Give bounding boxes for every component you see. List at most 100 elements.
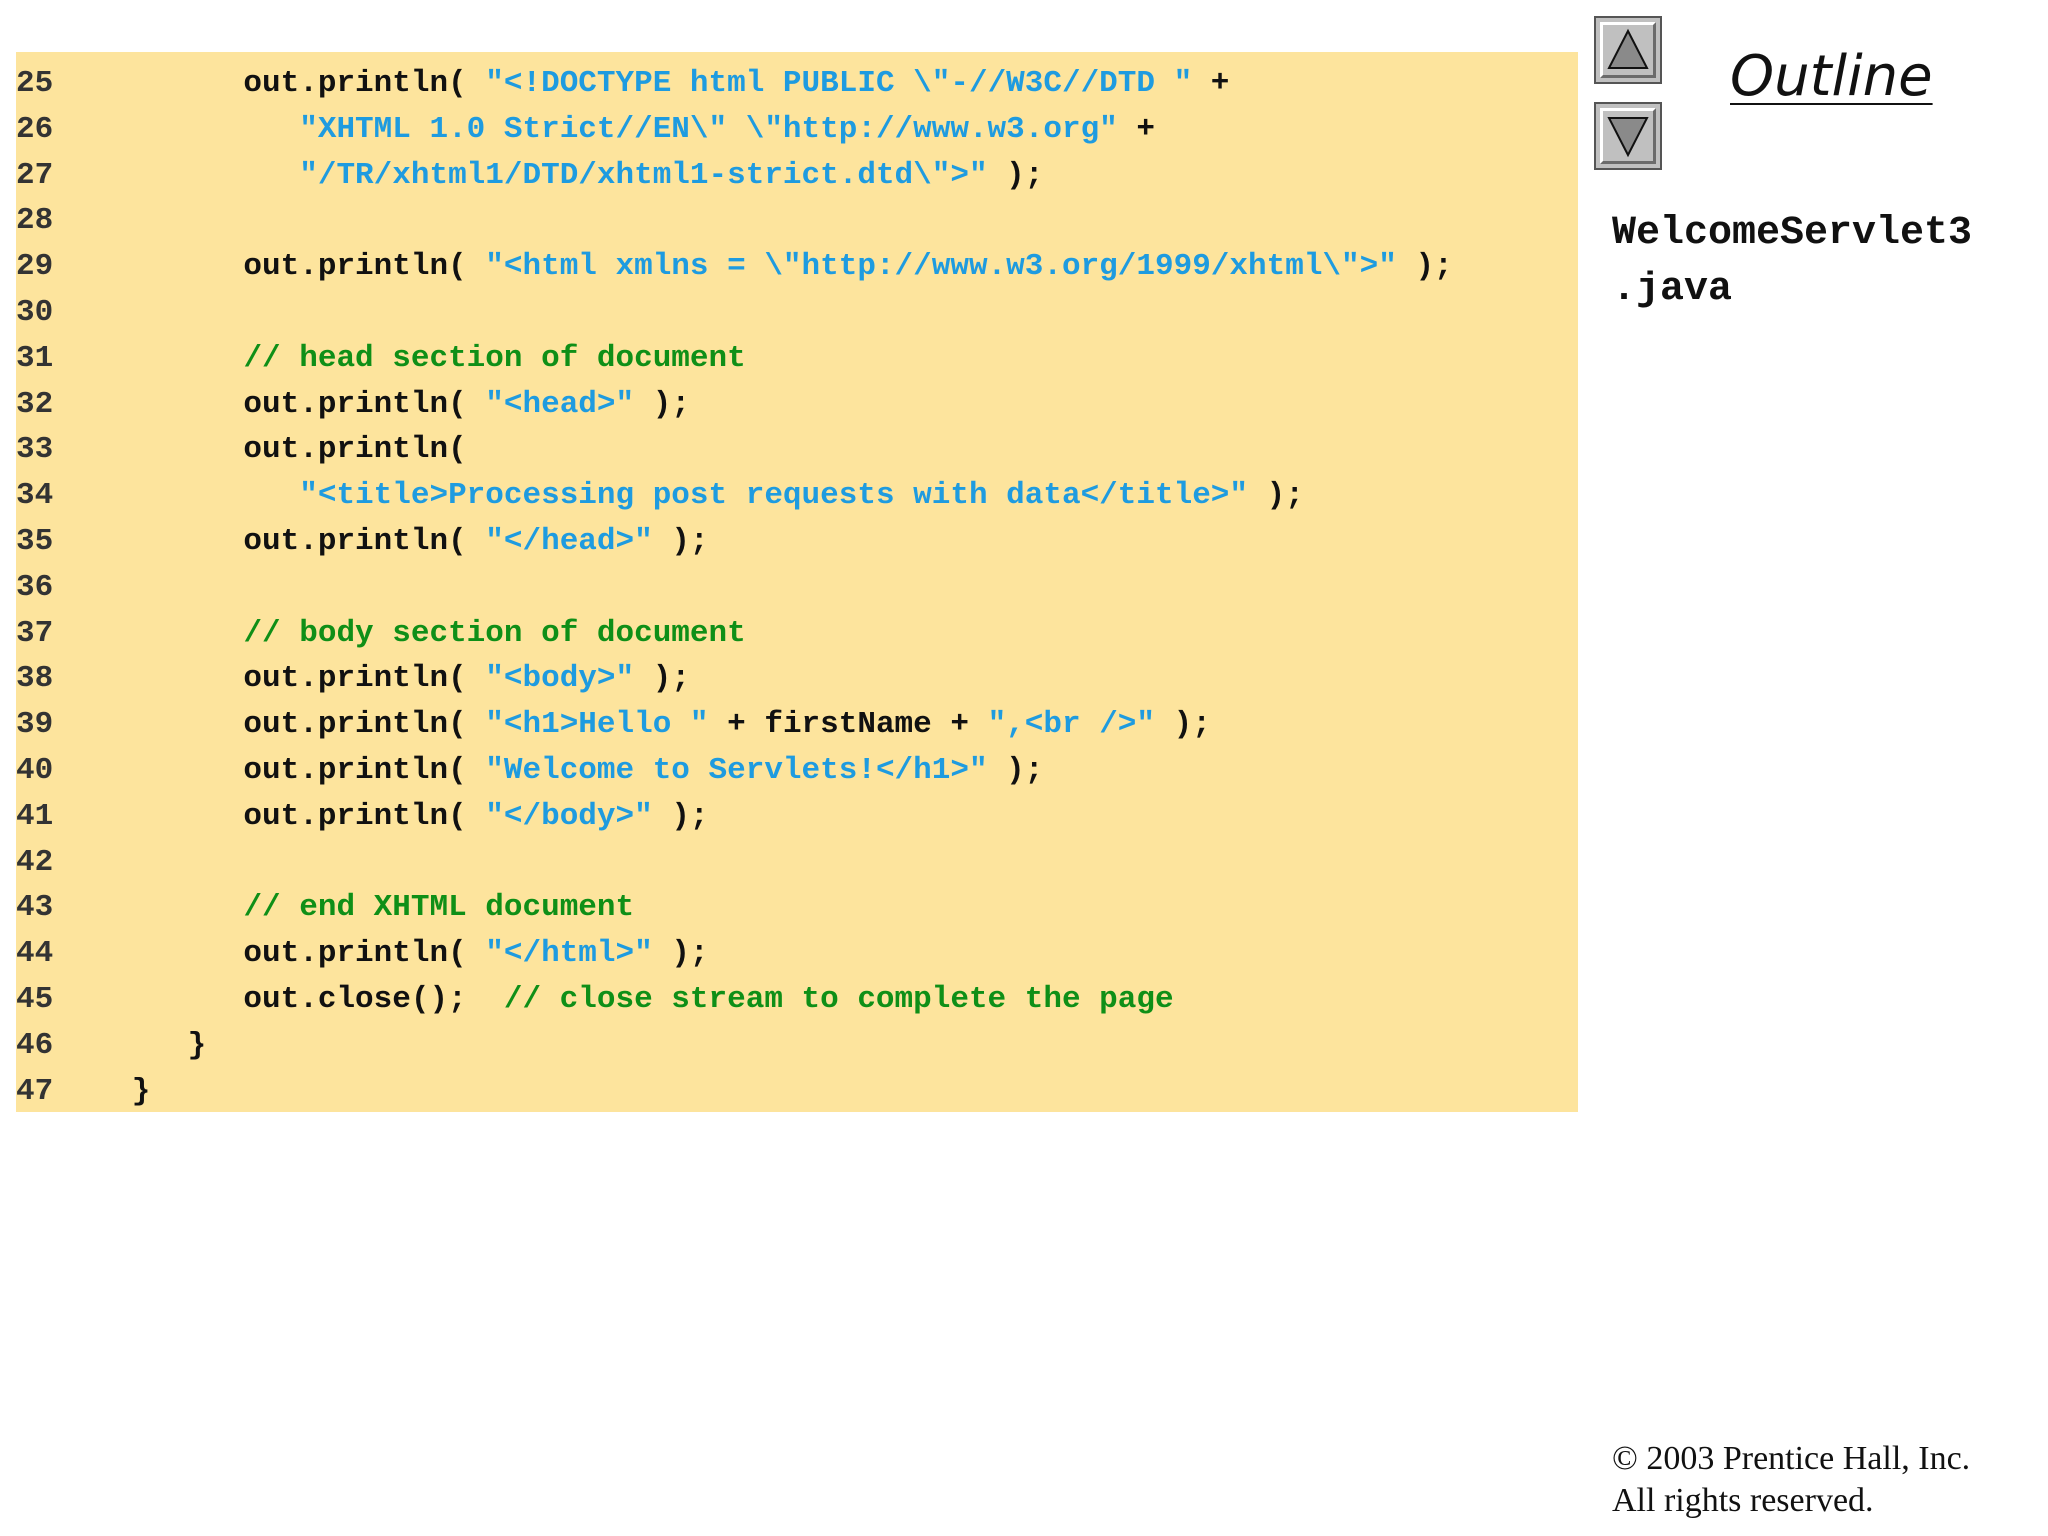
line-number: 30 xyxy=(16,295,54,330)
code-text: ); xyxy=(652,524,709,559)
line-number: 25 xyxy=(16,66,54,101)
line-number: 26 xyxy=(16,111,54,147)
code-text: } xyxy=(76,1027,207,1063)
code-line: 34 "<title>Processing post requests with… xyxy=(16,473,1304,518)
string-literal: "<title>Processing post requests with da… xyxy=(299,478,1249,514)
code-text: out.println( xyxy=(76,661,486,697)
code-text: ); xyxy=(652,936,709,972)
code-text: } xyxy=(76,1073,151,1109)
code-text: out.close(); xyxy=(76,982,504,1017)
string-literal: "<html xmlns = \"http://www.w3.org/1999/… xyxy=(485,249,1397,285)
code-text: ); xyxy=(634,386,690,422)
code-comment: // end XHTML document xyxy=(243,890,635,926)
code-line: 43 // end XHTML document xyxy=(16,885,634,930)
code-line: 42 xyxy=(16,840,76,885)
code-line: 46 } xyxy=(16,1023,206,1068)
line-number: 33 xyxy=(16,432,54,468)
code-line: 40 out.println( "Welcome to Servlets!</h… xyxy=(16,748,1043,793)
code-text: out.println( xyxy=(76,753,486,788)
line-number: 28 xyxy=(16,203,54,239)
string-literal: "Welcome to Servlets!</h1>" xyxy=(485,753,988,788)
line-number: 47 xyxy=(16,1073,54,1109)
code-line: 29 out.println( "<html xmlns = \"http://… xyxy=(16,244,1453,289)
line-number: 43 xyxy=(16,890,54,926)
code-line: 31 // head section of document xyxy=(16,336,746,381)
string-literal: ",<br />" xyxy=(987,707,1156,743)
code-text: out.println( xyxy=(76,249,486,285)
code-text: out.println( xyxy=(76,432,467,468)
line-number: 45 xyxy=(16,982,54,1017)
copyright-line1: © 2003 Prentice Hall, Inc. xyxy=(1612,1440,1971,1477)
line-number: 44 xyxy=(16,936,54,972)
line-number: 37 xyxy=(16,615,54,651)
previous-slide-button[interactable] xyxy=(1594,16,1662,84)
code-line: 35 out.println( "</head>" ); xyxy=(16,519,709,564)
code-line: 30 xyxy=(16,290,76,335)
code-comment: // close stream to complete the page xyxy=(503,982,1174,1017)
code-line: 47 } xyxy=(16,1069,150,1114)
code-text: out.println( xyxy=(76,936,486,972)
line-number: 29 xyxy=(16,249,54,285)
triangle-up-icon xyxy=(1607,28,1649,69)
string-literal: "</html>" xyxy=(485,936,653,972)
next-slide-button[interactable] xyxy=(1594,102,1662,170)
code-line: 27 "/TR/xhtml1/DTD/xhtml1-strict.dtd\">"… xyxy=(16,153,1043,198)
code-line: 26 "XHTML 1.0 Strict//EN\" \"http://www.… xyxy=(16,107,1155,152)
code-text: ); xyxy=(634,661,690,697)
triangle-down-icon xyxy=(1607,117,1649,158)
string-literal: "<body>" xyxy=(485,661,635,697)
code-line: 28 xyxy=(16,198,76,243)
code-line: 36 xyxy=(16,565,76,610)
code-line: 45 out.close(); // close stream to compl… xyxy=(16,977,1174,1022)
code-line: 41 out.println( "</body>" ); xyxy=(16,794,709,839)
line-number: 31 xyxy=(16,340,54,376)
code-text: out.println( xyxy=(76,386,486,422)
code-text: out.println( xyxy=(76,66,486,101)
line-number: 34 xyxy=(16,478,54,514)
file-name-line1: WelcomeServlet3 xyxy=(1612,211,1973,256)
string-literal: "</body>" xyxy=(485,798,653,834)
code-line: 25 out.println( "<!DOCTYPE html PUBLIC \… xyxy=(16,61,1229,106)
line-number: 32 xyxy=(16,386,54,422)
copyright-line2: All rights reserved. xyxy=(1612,1482,1874,1519)
line-number: 41 xyxy=(16,798,54,834)
string-literal: "<!DOCTYPE html PUBLIC \"-//W3C//DTD " xyxy=(485,66,1193,101)
code-text: out.println( xyxy=(76,798,486,834)
code-text: + xyxy=(1117,111,1156,147)
code-comment: // head section of document xyxy=(243,340,746,376)
code-text: ); xyxy=(987,753,1044,788)
string-literal: "</head>" xyxy=(485,524,653,559)
code-line: 37 // body section of document xyxy=(16,611,746,656)
line-number: 36 xyxy=(16,569,54,605)
file-name-line2: .java xyxy=(1612,267,1733,312)
outline-link[interactable]: Outline xyxy=(1730,44,1933,109)
code-line: 38 out.println( "<body>" ); xyxy=(16,656,690,701)
code-text: ); xyxy=(652,798,709,834)
code-text: ); xyxy=(1396,249,1453,285)
string-literal: "<head>" xyxy=(485,386,635,422)
code-text: ); xyxy=(1155,707,1211,743)
code-line: 39 out.println( "<h1>Hello " + firstName… xyxy=(16,702,1211,747)
code-line: 44 out.println( "</html>" ); xyxy=(16,931,709,976)
file-name: WelcomeServlet3 .java xyxy=(1612,206,1972,318)
code-text: + firstName + xyxy=(708,707,988,743)
code-text: ); xyxy=(987,157,1044,193)
line-number: 27 xyxy=(16,157,54,193)
string-literal: "/TR/xhtml1/DTD/xhtml1-strict.dtd\">" xyxy=(299,157,988,193)
code-text: out.println( xyxy=(76,524,486,559)
line-number: 39 xyxy=(16,707,54,743)
string-literal: "<h1>Hello " xyxy=(485,707,709,743)
line-number: 38 xyxy=(16,661,54,697)
code-text: ); xyxy=(1248,478,1304,514)
code-text: + xyxy=(1192,66,1230,101)
string-literal: "XHTML 1.0 Strict//EN\" \"http://www.w3.… xyxy=(299,111,1118,147)
line-number: 46 xyxy=(16,1027,54,1063)
copyright-notice: © 2003 Prentice Hall, Inc. All rights re… xyxy=(1612,1438,1970,1522)
code-line: 33 out.println( xyxy=(16,427,467,472)
